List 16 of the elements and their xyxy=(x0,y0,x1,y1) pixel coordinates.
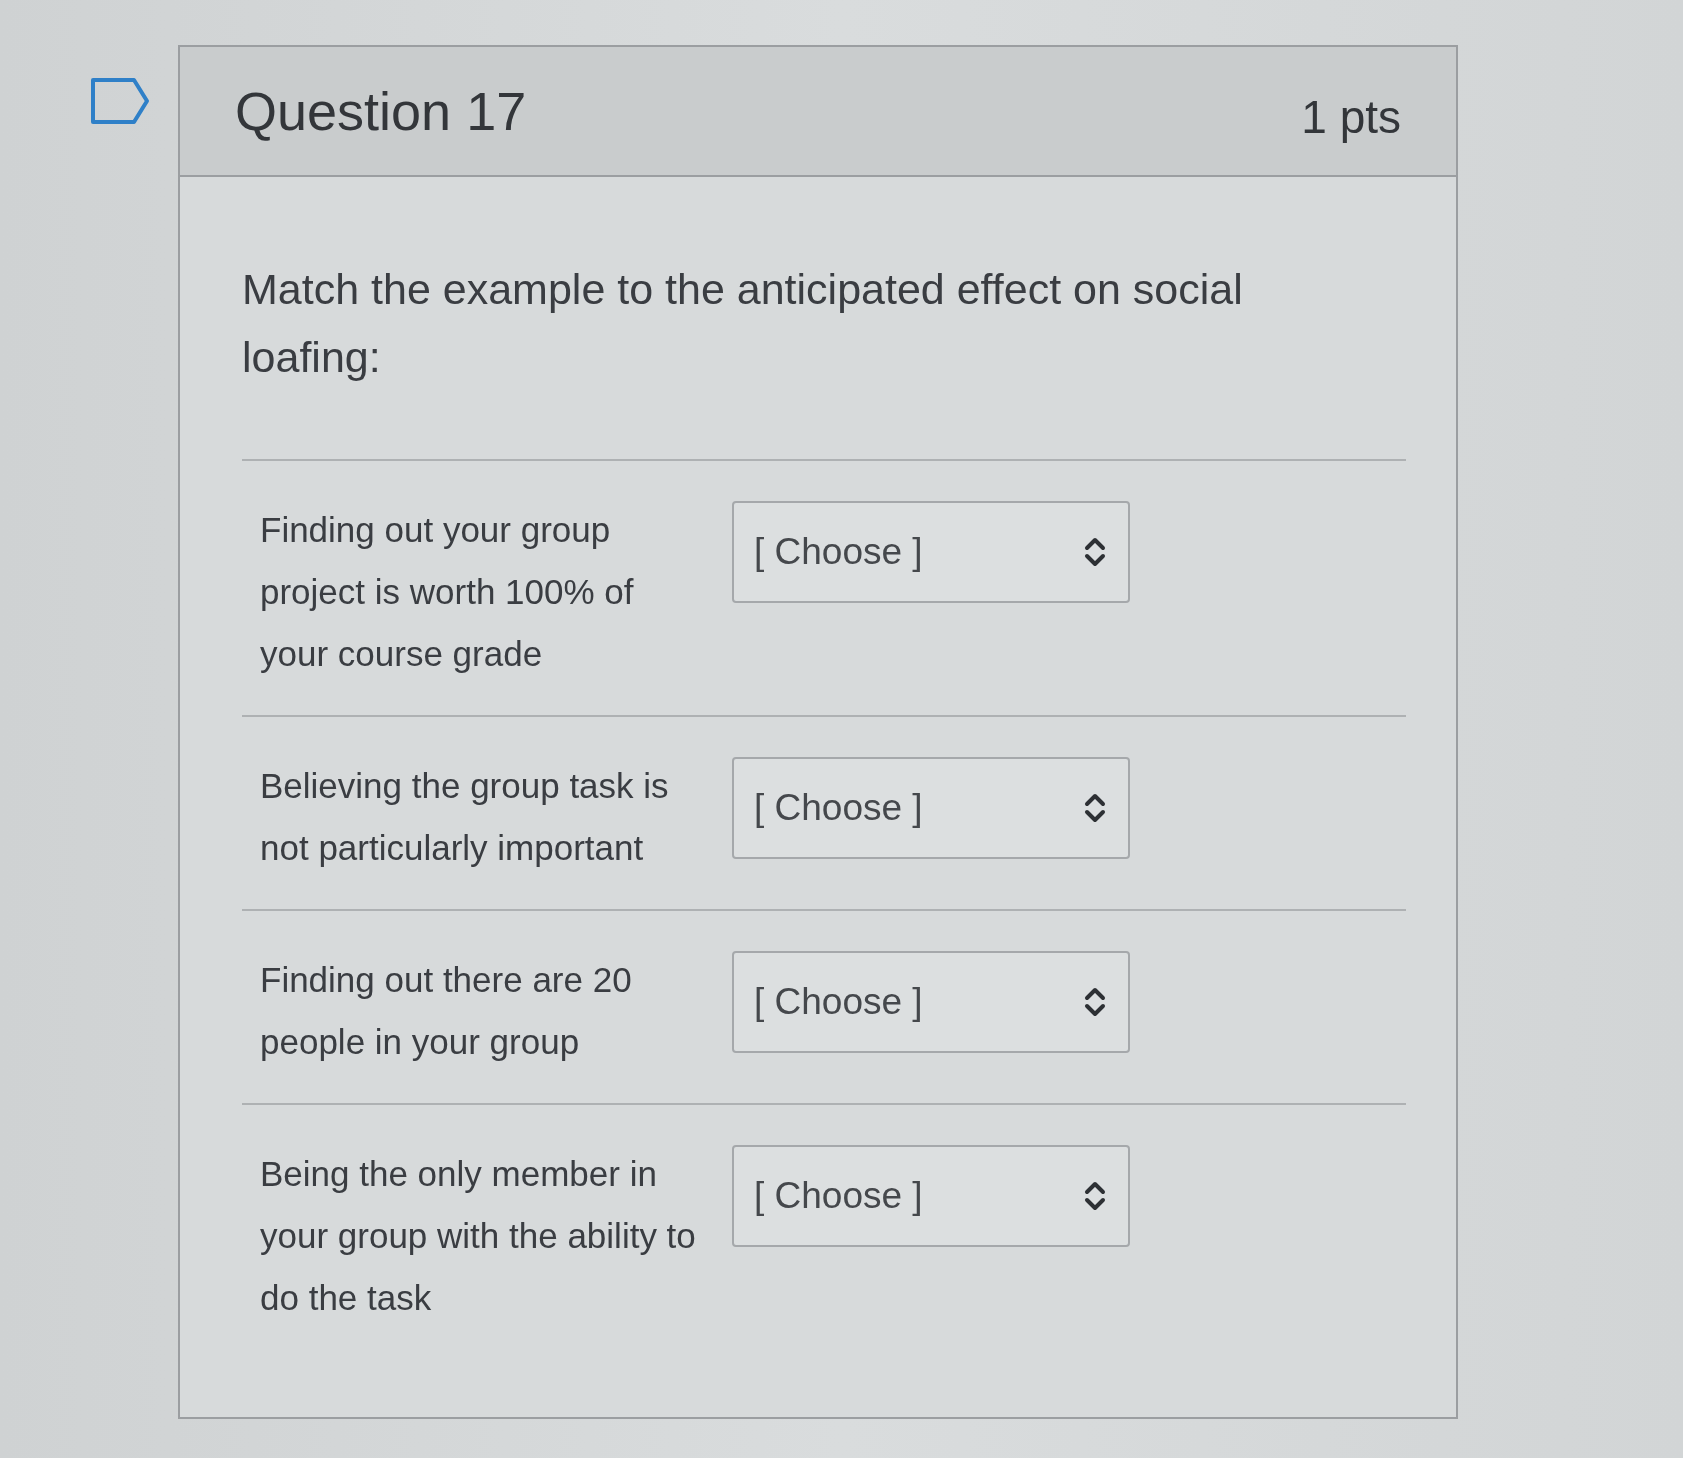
match-example: Believing the group task is not particularly important xyxy=(260,765,670,869)
answer-dropdown[interactable]: [ Choose ] xyxy=(732,757,1130,859)
match-example: Finding out your group project is worth 100% of your course grade xyxy=(260,509,635,675)
flag-icon[interactable] xyxy=(90,77,150,125)
match-example: Finding out there are 20 people in your group xyxy=(260,959,633,1063)
up-down-chevron-icon xyxy=(1084,793,1106,823)
answer-dropdown[interactable]: [ Choose ] xyxy=(732,1145,1130,1247)
up-down-chevron-icon xyxy=(1084,987,1106,1017)
question-title: Question 17 xyxy=(235,80,527,142)
answer-dropdown[interactable]: [ Choose ] xyxy=(732,501,1130,603)
question-prompt: Match the example to the anticipated effect on social loafing: xyxy=(242,264,1244,383)
answer-dropdown[interactable]: [ Choose ] xyxy=(732,951,1130,1053)
question-points: 1 pts xyxy=(1301,90,1401,144)
match-example: Being the only member in your group with the ability to do the task xyxy=(260,1153,697,1319)
up-down-chevron-icon xyxy=(1084,537,1106,567)
up-down-chevron-icon xyxy=(1084,1181,1106,1211)
